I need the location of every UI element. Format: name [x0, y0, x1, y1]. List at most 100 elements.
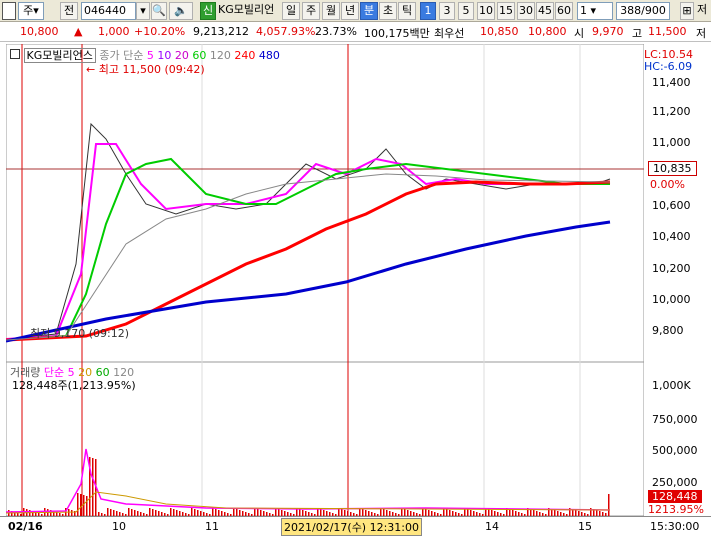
crosshair-time: 2021/02/17(수) 12:31:00	[281, 518, 423, 536]
low-label: 저	[696, 27, 707, 40]
high-value: 11,500	[648, 25, 687, 38]
interval-3[interactable]: 3	[439, 2, 455, 20]
up-triangle-icon: ▲	[74, 25, 83, 38]
vol-y-tick: 500,000	[652, 444, 698, 457]
interval-10[interactable]: 10	[477, 2, 495, 20]
volume-bar	[257, 509, 259, 516]
period-year[interactable]: 년	[341, 2, 359, 20]
change-pct: +10.20%	[134, 25, 186, 38]
volume-bar	[128, 508, 130, 516]
hc-label: HC:-6.09	[644, 60, 693, 73]
x-label: 15	[578, 520, 592, 533]
code-input[interactable]: 046440	[81, 2, 136, 20]
current-pct: 0.00%	[650, 178, 685, 191]
volume-bar	[236, 509, 238, 516]
interval-1[interactable]: 1	[420, 2, 436, 20]
best-value: 10,850	[480, 25, 519, 38]
y-tick: 11,000	[652, 136, 691, 149]
volume-bar	[509, 509, 511, 516]
volume-value: 128,448주(1,213.95%)	[12, 379, 136, 392]
volume-bar	[170, 508, 172, 516]
y-tick: 11,400	[652, 76, 691, 89]
search-icon[interactable]: 🔍	[151, 2, 167, 20]
vol-y-tick: 750,000	[652, 413, 698, 426]
interval-45[interactable]: 45	[536, 2, 554, 20]
period-tick[interactable]: 틱	[398, 2, 416, 20]
ask-value: 10,800	[528, 25, 567, 38]
speaker-icon[interactable]: 🔈	[169, 2, 193, 20]
volume-bar	[173, 509, 175, 516]
volume-bar	[212, 508, 214, 516]
volume-bar	[446, 509, 448, 516]
volume-bar	[194, 509, 196, 516]
period-second[interactable]: 초	[379, 2, 397, 20]
type-select[interactable]: 주▾	[18, 2, 44, 20]
open-prefix: 시	[574, 27, 585, 40]
ma-240: 240	[234, 49, 256, 62]
x-label: 10	[112, 520, 126, 533]
vol-y-tick: 1,000K	[652, 379, 691, 392]
volume-bar	[608, 494, 610, 516]
period-month[interactable]: 월	[322, 2, 340, 20]
window-icon[interactable]	[2, 2, 16, 20]
y-tick: 9,800	[652, 324, 684, 337]
y-tick: 11,200	[652, 105, 691, 118]
volume-bar	[467, 509, 469, 516]
toolbar: 주▾ 전 046440 ▾ 🔍 🔈 신 KG모빌리언 일 주 월 년 분 초 틱…	[0, 0, 711, 22]
volume-current-badge: 128,448	[648, 490, 702, 503]
new-badge: 신	[200, 2, 216, 20]
volume-bar	[83, 495, 85, 516]
volume-bar	[233, 508, 235, 516]
volume-bar	[191, 508, 193, 516]
price-volume-chart[interactable]	[6, 44, 644, 518]
current-price: 10,800	[20, 25, 59, 38]
volume-bar	[110, 509, 112, 516]
interval-5[interactable]: 5	[458, 2, 474, 20]
open-value: 9,970	[592, 25, 624, 38]
vol-ratio: 4,057.93%	[256, 25, 316, 38]
vol-y-tick: 250,000	[652, 476, 698, 489]
period-minute[interactable]: 분	[360, 2, 378, 20]
stock-name[interactable]: KG모빌리언	[218, 2, 278, 20]
volume-bar	[80, 494, 82, 516]
volume-bar	[383, 509, 385, 516]
interval-60[interactable]: 60	[555, 2, 573, 20]
volume-bar	[404, 509, 406, 516]
multiplier-select[interactable]: 1 ▾	[577, 2, 613, 20]
volume-current-pct: 1213.95%	[648, 503, 704, 516]
volume-bar	[131, 509, 133, 516]
high-label: 고	[632, 27, 643, 40]
amount: 100,175백만	[364, 27, 430, 40]
chart-settings-icon[interactable]	[10, 49, 20, 59]
code-dropdown-icon[interactable]: ▾	[136, 2, 150, 20]
time-label: 15:30:00	[650, 520, 700, 533]
save-button[interactable]: 저	[697, 2, 711, 20]
x-label: 02/16	[8, 520, 43, 533]
volume-bar	[152, 509, 154, 516]
volume-bar	[488, 509, 490, 516]
volume-bar	[92, 458, 94, 516]
y-tick: 10,600	[652, 199, 691, 212]
x-label: 11	[205, 520, 219, 533]
volume-bar	[86, 496, 88, 516]
interval-15[interactable]: 15	[497, 2, 515, 20]
grid-icon[interactable]: ⊞	[680, 2, 694, 20]
interval-30[interactable]: 30	[517, 2, 535, 20]
ma-120: 120	[209, 49, 231, 62]
quote-bar: 10,800 ▲ 1,000 +10.20% 9,213,212 4,057.9…	[0, 22, 711, 42]
stock-label: KG모빌리언스	[23, 48, 96, 63]
volume-bar	[362, 509, 364, 516]
volume-bar	[107, 508, 109, 516]
y-tick: 10,400	[652, 230, 691, 243]
count-input[interactable]: 388/900	[616, 2, 670, 20]
period-day[interactable]: 일	[282, 2, 300, 20]
ma-480: 480	[258, 49, 280, 62]
volume-bar	[278, 509, 280, 516]
change-value: 1,000	[98, 25, 130, 38]
volume-bar	[320, 509, 322, 516]
prev-button[interactable]: 전	[60, 2, 78, 20]
x-label: 14	[485, 520, 499, 533]
current-price-badge: 10,835	[648, 161, 697, 176]
period-week[interactable]: 주	[302, 2, 320, 20]
low-marker: 최저 9,170 (09:12)	[30, 327, 130, 340]
